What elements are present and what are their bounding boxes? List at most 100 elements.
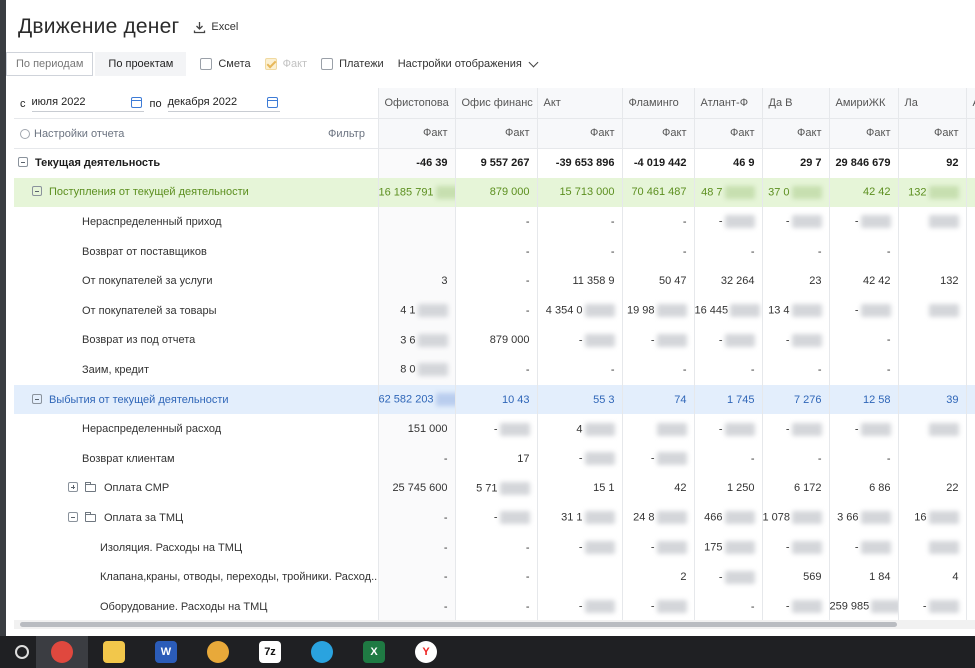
taskbar-app[interactable]: X bbox=[348, 636, 400, 668]
value-cell[interactable]: - bbox=[694, 443, 763, 474]
value-cell[interactable] bbox=[966, 148, 975, 178]
column-header-project[interactable]: Ла bbox=[898, 88, 967, 119]
value-cell[interactable]: 13 4 bbox=[762, 295, 830, 326]
table-row[interactable]: Возврат клиентам - 17 - - - - - bbox=[14, 443, 975, 474]
value-cell[interactable]: - bbox=[537, 355, 623, 385]
value-cell[interactable] bbox=[898, 207, 967, 237]
value-cell[interactable]: - bbox=[694, 355, 763, 385]
value-cell[interactable]: 132 bbox=[898, 177, 967, 208]
table-row[interactable]: Заим, кредит 8 0 - - - - - - bbox=[14, 355, 975, 385]
value-cell[interactable]: - bbox=[762, 355, 830, 385]
value-cell[interactable] bbox=[966, 562, 975, 592]
table-row[interactable]: Нераспределенный приход - - - - - - bbox=[14, 207, 975, 237]
value-cell[interactable]: - bbox=[537, 236, 623, 267]
excel-export-button[interactable]: Excel bbox=[193, 21, 238, 34]
tab-by-project[interactable]: По проектам bbox=[95, 52, 187, 76]
value-cell[interactable] bbox=[966, 473, 975, 504]
taskbar-app[interactable] bbox=[36, 636, 88, 668]
date-to-field[interactable]: декабря 2022 bbox=[167, 96, 280, 112]
column-header-project[interactable]: Офис финанс bbox=[455, 88, 538, 119]
value-cell[interactable]: 151 000 bbox=[378, 414, 456, 444]
value-cell[interactable]: 16 445 bbox=[694, 295, 763, 326]
value-cell[interactable]: 48 7 bbox=[694, 177, 763, 208]
taskbar-app[interactable] bbox=[88, 636, 140, 668]
value-cell[interactable]: - bbox=[455, 295, 538, 326]
value-cell[interactable]: 74 bbox=[622, 384, 695, 415]
value-cell[interactable]: 1 250 bbox=[694, 473, 763, 504]
checkbox-box[interactable] bbox=[321, 58, 334, 70]
value-cell[interactable] bbox=[966, 414, 975, 444]
value-cell[interactable]: - bbox=[762, 207, 830, 237]
fact-checkbox[interactable]: Факт bbox=[264, 58, 307, 70]
value-cell[interactable]: - bbox=[622, 532, 695, 563]
value-cell[interactable]: 5 71 bbox=[455, 473, 538, 504]
value-cell[interactable] bbox=[966, 355, 975, 385]
taskbar-app[interactable]: W bbox=[140, 636, 192, 668]
value-cell[interactable]: -39 653 896 bbox=[537, 148, 623, 178]
value-cell[interactable]: - bbox=[378, 591, 456, 620]
value-cell[interactable]: - bbox=[694, 325, 763, 356]
value-cell[interactable]: 1 745 bbox=[694, 384, 763, 415]
value-cell[interactable]: 15 713 000 bbox=[537, 177, 623, 208]
value-cell[interactable]: - bbox=[898, 591, 967, 620]
collapse-icon[interactable] bbox=[68, 511, 78, 522]
value-cell[interactable] bbox=[898, 355, 967, 385]
value-cell[interactable]: - bbox=[537, 591, 623, 620]
value-cell[interactable]: - bbox=[829, 325, 899, 356]
value-cell[interactable]: - bbox=[694, 236, 763, 267]
value-cell[interactable] bbox=[898, 532, 967, 563]
value-cell[interactable]: - bbox=[455, 591, 538, 620]
value-cell[interactable]: 9 557 267 bbox=[455, 148, 538, 178]
value-cell[interactable]: 92 bbox=[898, 148, 967, 178]
value-cell[interactable]: 70 461 487 bbox=[622, 177, 695, 208]
value-cell[interactable]: 42 bbox=[622, 473, 695, 504]
calendar-icon[interactable] bbox=[130, 96, 142, 108]
value-cell[interactable] bbox=[966, 295, 975, 326]
table-row[interactable]: Возврат от поставщиков - - - - - - bbox=[14, 236, 975, 267]
value-cell[interactable]: - bbox=[829, 443, 899, 474]
value-cell[interactable] bbox=[966, 266, 975, 296]
value-cell[interactable]: 4 bbox=[537, 414, 623, 444]
value-cell[interactable]: - bbox=[694, 207, 763, 237]
value-cell[interactable]: - bbox=[829, 236, 899, 267]
taskbar-app[interactable] bbox=[192, 636, 244, 668]
value-cell[interactable] bbox=[966, 532, 975, 563]
taskbar-app[interactable] bbox=[296, 636, 348, 668]
table-row[interactable]: Оборудование. Расходы на ТМЦ - - - - - - 259 98… bbox=[14, 591, 975, 620]
value-cell[interactable]: - bbox=[537, 207, 623, 237]
collapse-icon[interactable] bbox=[32, 393, 42, 404]
value-cell[interactable]: 32 264 bbox=[694, 266, 763, 296]
value-cell[interactable] bbox=[378, 236, 456, 267]
value-cell[interactable]: 11 358 9 bbox=[537, 266, 623, 296]
value-cell[interactable]: 1 84 bbox=[829, 562, 899, 592]
value-cell[interactable] bbox=[966, 384, 975, 415]
value-cell[interactable]: - bbox=[378, 443, 456, 474]
column-header-project[interactable]: А bbox=[966, 88, 975, 119]
value-cell[interactable]: 50 47 bbox=[622, 266, 695, 296]
table-row[interactable]: Клапана,краны, отводы, переходы, тройник… bbox=[14, 562, 975, 592]
value-cell[interactable] bbox=[966, 325, 975, 356]
value-cell[interactable]: 4 354 0 bbox=[537, 295, 623, 326]
report-settings-link[interactable]: Настройки отчета bbox=[20, 128, 124, 140]
value-cell[interactable]: 29 846 679 bbox=[829, 148, 899, 178]
scrollbar-thumb[interactable] bbox=[20, 622, 897, 627]
value-cell[interactable]: 17 bbox=[455, 443, 538, 474]
value-cell[interactable] bbox=[898, 414, 967, 444]
value-cell[interactable]: 2 bbox=[622, 562, 695, 592]
value-cell[interactable] bbox=[378, 207, 456, 237]
value-cell[interactable]: - bbox=[762, 236, 830, 267]
value-cell[interactable] bbox=[898, 443, 967, 474]
value-cell[interactable]: - bbox=[762, 443, 830, 474]
value-cell[interactable]: 37 0 bbox=[762, 177, 830, 208]
table-row[interactable]: Поступления от текущей деятельности 16 18… bbox=[14, 177, 975, 208]
value-cell[interactable]: 879 000 bbox=[455, 325, 538, 356]
value-cell[interactable]: 569 bbox=[762, 562, 830, 592]
value-cell[interactable]: - bbox=[537, 532, 623, 563]
date-from-field[interactable]: июля 2022 bbox=[31, 96, 144, 112]
value-cell[interactable]: 7 276 bbox=[762, 384, 830, 415]
value-cell[interactable]: 16 185 791 bbox=[378, 177, 456, 208]
value-cell[interactable]: - bbox=[694, 591, 763, 620]
collapse-icon[interactable] bbox=[32, 186, 42, 197]
table-row[interactable]: Нераспределенный расход 151 000 - 4 - - - bbox=[14, 414, 975, 444]
value-cell[interactable] bbox=[966, 236, 975, 267]
